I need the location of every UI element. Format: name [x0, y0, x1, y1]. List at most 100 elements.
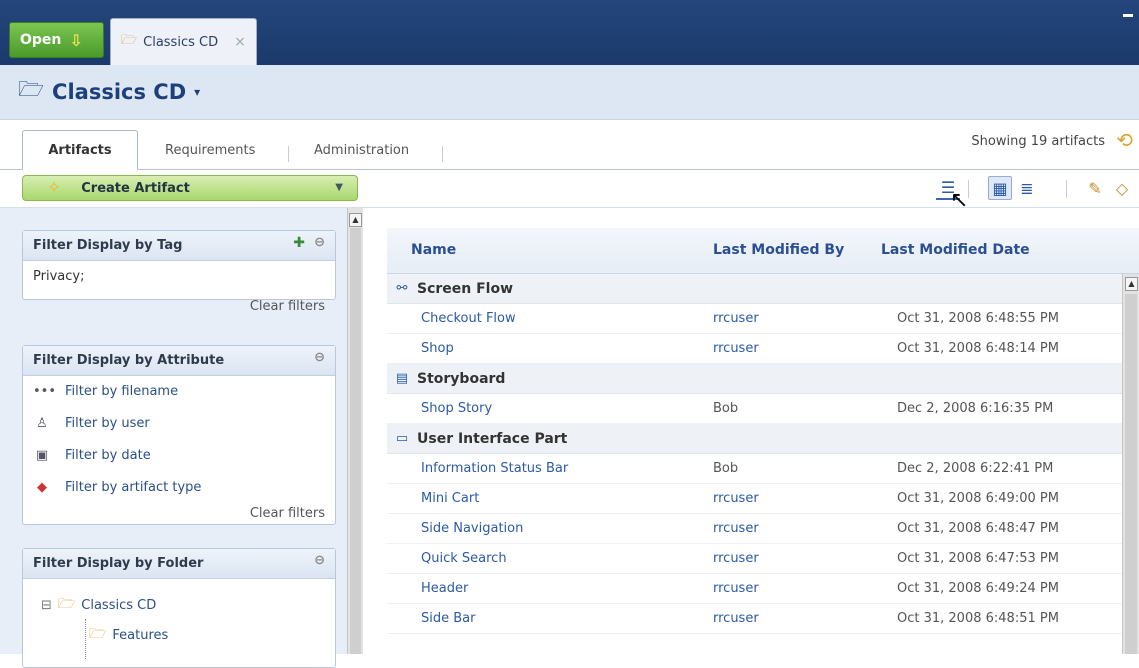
- table-row[interactable]: Side Bar rrcuser Oct 31, 2008 6:48:51 PM: [387, 604, 1122, 634]
- artifact-name-link[interactable]: Side Bar: [421, 611, 475, 626]
- group-storyboard: ▤ Storyboard: [387, 364, 1122, 394]
- screen-flow-icon: ⚯: [396, 281, 408, 296]
- artifact-name-link[interactable]: Shop Story: [421, 401, 492, 416]
- tab-artifacts[interactable]: Artifacts: [22, 130, 138, 170]
- table-row[interactable]: Mini Cart rrcuser Oct 31, 2008 6:49:00 P…: [387, 484, 1122, 514]
- tag-icon[interactable]: ◇: [1110, 176, 1134, 200]
- create-artifact-button[interactable]: ✧ Create Artifact ▼: [22, 175, 358, 201]
- clear-filters-link[interactable]: Clear filters: [250, 506, 325, 521]
- filter-by-artifact-type[interactable]: ◆ Filter by artifact type: [33, 480, 201, 495]
- create-artifact-label: Create Artifact: [81, 180, 190, 196]
- table-row[interactable]: Checkout Flow rrcuser Oct 31, 2008 6:48:…: [387, 304, 1122, 334]
- filter-by-attribute-panel: Filter Display by Attribute ⊖ ••• Filter…: [22, 345, 336, 525]
- artifact-count: Showing 19 artifacts: [971, 134, 1105, 149]
- document-tab[interactable]: 🗁 Classics CD ×: [110, 18, 257, 65]
- column-last-modified-date[interactable]: Last Modified Date: [881, 242, 1030, 258]
- list-scrollbar[interactable]: ▲: [1122, 274, 1139, 654]
- artifact-name-link[interactable]: Shop: [421, 341, 454, 356]
- scroll-up-icon[interactable]: ▲: [1125, 277, 1138, 291]
- list-view-icon[interactable]: ≣: [1015, 176, 1039, 200]
- filter-by-date[interactable]: ▣ Filter by date: [33, 448, 151, 463]
- table-row[interactable]: Information Status Bar Bob Dec 2, 2008 6…: [387, 454, 1122, 484]
- chevron-down-icon[interactable]: ▼: [335, 182, 343, 193]
- panel-title: Filter Display by Tag: [33, 238, 183, 253]
- folder-tree-root[interactable]: ⊟ 🗁 Classics CD: [41, 593, 156, 617]
- filter-label: Filter by date: [65, 448, 151, 463]
- folder-tree-item[interactable]: 🗁 Features: [89, 623, 168, 647]
- modified-by-link[interactable]: rrcuser: [713, 521, 759, 536]
- modified-date: Oct 31, 2008 6:48:14 PM: [897, 341, 1059, 356]
- table-body: ⚯ Screen Flow Checkout Flow rrcuser Oct …: [387, 274, 1122, 654]
- filter-by-user[interactable]: ♙ Filter by user: [33, 416, 150, 431]
- modified-by-link[interactable]: rrcuser: [713, 551, 759, 566]
- close-icon[interactable]: ×: [234, 34, 246, 50]
- artifact-type-icon: ◆: [37, 480, 47, 495]
- tab-requirements[interactable]: Requirements: [165, 130, 255, 170]
- collapse-tree-icon[interactable]: ⊟: [41, 598, 52, 613]
- minimize-icon[interactable]: [1123, 14, 1133, 17]
- group-screen-flow: ⚯ Screen Flow: [387, 274, 1122, 304]
- group-label: User Interface Part: [417, 430, 568, 447]
- project-title-bar: 🗁 Classics CD ▾: [0, 65, 1139, 120]
- modified-by-link[interactable]: rrcuser: [713, 491, 759, 506]
- table-row[interactable]: Quick Search rrcuser Oct 31, 2008 6:47:5…: [387, 544, 1122, 574]
- calendar-icon: ▣: [35, 448, 49, 463]
- scroll-thumb[interactable]: [1125, 294, 1137, 654]
- table-row[interactable]: Shop rrcuser Oct 31, 2008 6:48:14 PM: [387, 334, 1122, 364]
- refresh-icon[interactable]: ⟲: [1116, 128, 1133, 152]
- toolbar-divider: [1066, 180, 1067, 198]
- group-label: Screen Flow: [417, 280, 514, 297]
- tab-divider: [442, 146, 443, 162]
- collapse-icon[interactable]: ⊖: [314, 553, 325, 568]
- scroll-thumb[interactable]: [350, 228, 361, 654]
- tab-administration[interactable]: Administration: [314, 130, 409, 170]
- edit-icon[interactable]: ✎: [1083, 176, 1107, 200]
- artifact-name-link[interactable]: Checkout Flow: [421, 311, 516, 326]
- clear-filters-link[interactable]: Clear filters: [250, 299, 325, 314]
- top-bar: Open ⇩ 🗁 Classics CD ×: [0, 0, 1139, 65]
- chevron-down-icon[interactable]: ▾: [194, 85, 200, 99]
- collapse-icon[interactable]: ⊖: [314, 350, 325, 365]
- artifact-name-link[interactable]: Side Navigation: [421, 521, 523, 536]
- modified-by: Bob: [713, 461, 739, 476]
- group-label: Storyboard: [417, 370, 506, 387]
- filter-by-filename[interactable]: ••• Filter by filename: [33, 384, 178, 399]
- folder-icon: 🗁: [121, 33, 138, 48]
- table-row[interactable]: Side Navigation rrcuser Oct 31, 2008 6:4…: [387, 514, 1122, 544]
- folder-icon: 🗁: [89, 626, 107, 642]
- new-artifact-icon: ✧: [47, 178, 62, 198]
- collapse-icon[interactable]: ⊖: [314, 235, 325, 250]
- project-title[interactable]: Classics CD: [52, 80, 186, 104]
- table-row[interactable]: Shop Story Bob Dec 2, 2008 6:16:35 PM: [387, 394, 1122, 424]
- modified-date: Oct 31, 2008 6:48:55 PM: [897, 311, 1059, 326]
- modified-by-link[interactable]: rrcuser: [713, 311, 759, 326]
- modified-date: Oct 31, 2008 6:48:47 PM: [897, 521, 1059, 536]
- column-name[interactable]: Name: [411, 242, 456, 258]
- filter-label: Filter by artifact type: [65, 480, 202, 495]
- tree-connector: [85, 619, 86, 659]
- open-button[interactable]: Open ⇩: [9, 22, 104, 58]
- main-tabs: Artifacts Requirements Administration Sh…: [0, 120, 1139, 170]
- scroll-up-icon[interactable]: ▲: [349, 213, 362, 227]
- panel-title: Filter Display by Attribute: [33, 353, 225, 368]
- artifact-name-link[interactable]: Mini Cart: [421, 491, 479, 506]
- modified-by-link[interactable]: rrcuser: [713, 581, 759, 596]
- column-last-modified-by[interactable]: Last Modified By: [713, 242, 844, 258]
- table-row[interactable]: Header rrcuser Oct 31, 2008 6:49:24 PM: [387, 574, 1122, 604]
- sidebar-scrollbar[interactable]: ▲: [347, 208, 363, 654]
- artifact-name-link[interactable]: Information Status Bar: [421, 461, 568, 476]
- storyboard-icon: ▤: [395, 371, 409, 386]
- table-header: Name Last Modified By Last Modified Date: [387, 228, 1139, 274]
- modified-by-link[interactable]: rrcuser: [713, 341, 759, 356]
- artifact-name-link[interactable]: Header: [421, 581, 468, 596]
- artifacts-list: Name Last Modified By Last Modified Date…: [363, 208, 1139, 654]
- group-user-interface-part: ▭ User Interface Part: [387, 424, 1122, 454]
- modified-by-link[interactable]: rrcuser: [713, 611, 759, 626]
- panel-header: Filter Display by Attribute ⊖: [23, 346, 335, 376]
- panel-header: Filter Display by Tag ✚ ⊖: [23, 231, 335, 261]
- artifact-name-link[interactable]: Quick Search: [421, 551, 507, 566]
- modified-date: Oct 31, 2008 6:49:24 PM: [897, 581, 1059, 596]
- grid-view-icon[interactable]: ▦: [988, 176, 1012, 200]
- add-tag-icon[interactable]: ✚: [293, 235, 305, 251]
- folder-label: Classics CD: [81, 597, 157, 613]
